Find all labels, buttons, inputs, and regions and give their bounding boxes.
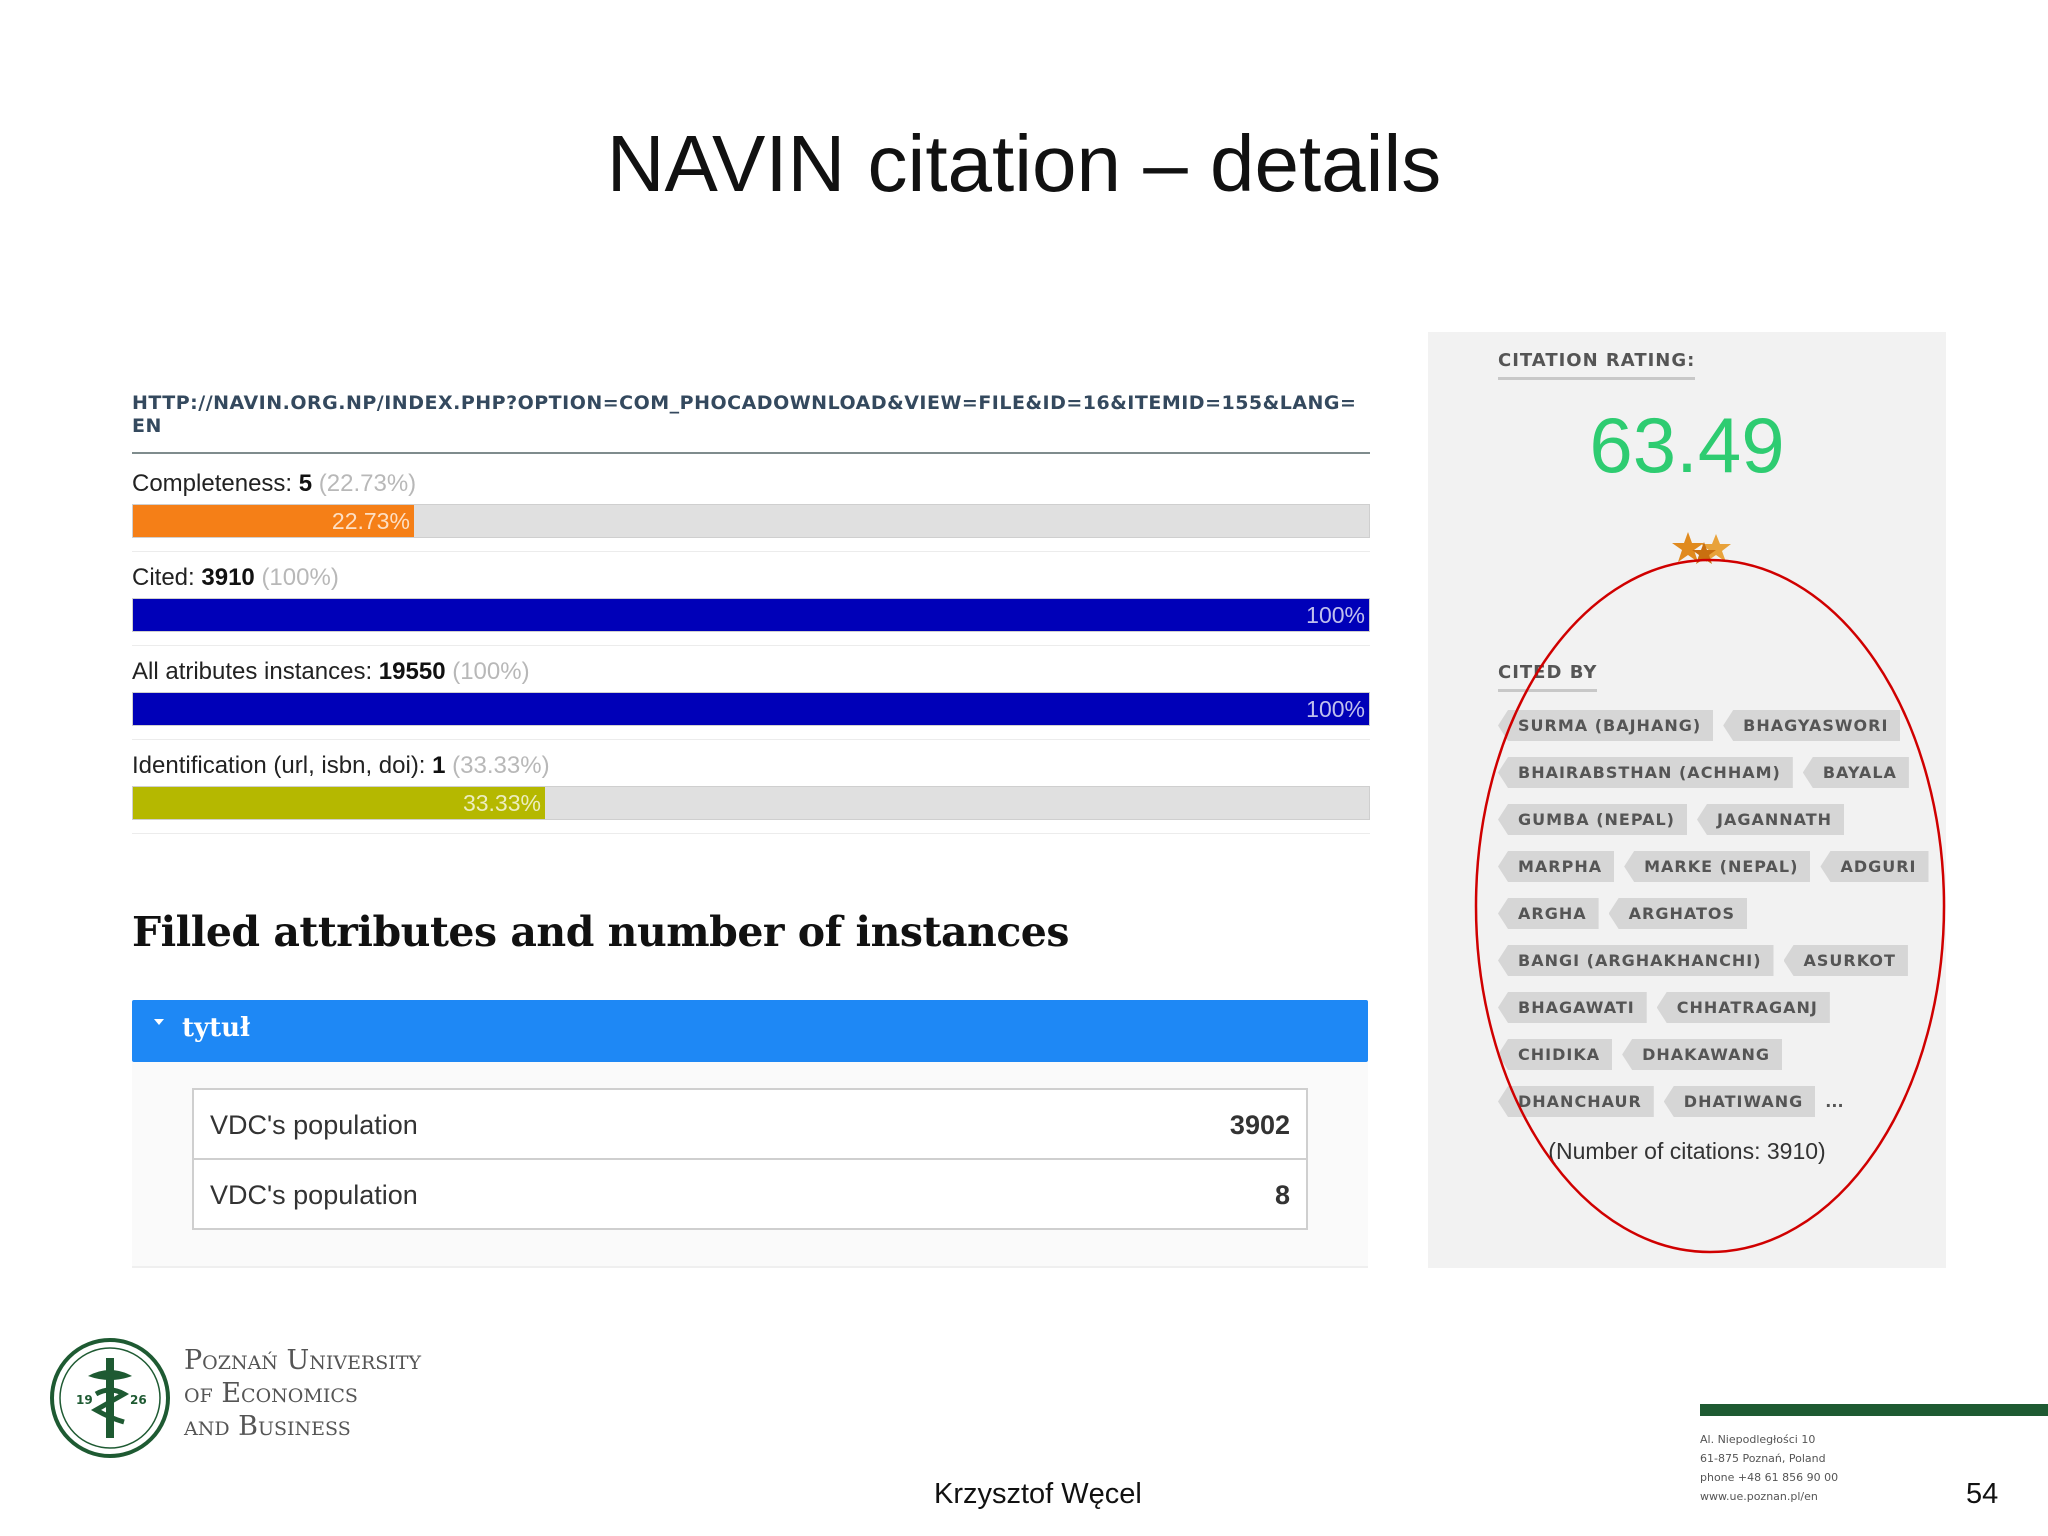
- university-name-line: and Business: [184, 1411, 351, 1442]
- attribute-count: 8: [1274, 1180, 1290, 1210]
- divider: [132, 833, 1370, 834]
- metric-cited: Cited: 3910 (100%) 100%: [132, 564, 1370, 654]
- progress-track: 22.73%: [132, 504, 1370, 538]
- attribute-count: 3902: [1229, 1110, 1290, 1140]
- university-name: Poznań University of Economics and Busin…: [184, 1344, 421, 1443]
- metric-attribute-instances: All atributes instances: 19550 (100%) 10…: [132, 658, 1370, 748]
- metric-completeness: Completeness: 5 (22.73%) 22.73%: [132, 470, 1370, 560]
- progress-text: 100%: [1306, 602, 1365, 628]
- progress-fill: 100%: [133, 693, 1369, 725]
- progress-track: 100%: [132, 598, 1370, 632]
- university-name-line: of Economics: [184, 1378, 358, 1409]
- accordion-header-tytul[interactable]: tytuł: [132, 1000, 1368, 1062]
- record-url-link[interactable]: HTTP://NAVIN.ORG.NP/INDEX.PHP?OPTION=COM…: [132, 392, 1357, 438]
- metric-label: Completeness: 5 (22.73%): [132, 470, 417, 497]
- address-line: phone +48 61 856 90 00: [1700, 1471, 1839, 1484]
- metric-label: Identification (url, isbn, doi): 1 (33.3…: [132, 752, 550, 779]
- attribute-name: VDC's population: [210, 1110, 418, 1140]
- annotation-ellipse: [1474, 558, 1946, 1254]
- footer-green-bar: [1700, 1404, 2048, 1416]
- slide-title: NAVIN citation – details: [606, 119, 1442, 208]
- logo-year-left: 19: [76, 1393, 93, 1407]
- progress-fill: 100%: [133, 599, 1369, 631]
- citation-rating-value: 63.49: [1589, 401, 1785, 489]
- progress-fill: 33.33%: [133, 787, 545, 819]
- divider: [132, 739, 1370, 740]
- university-logo: 19 26: [50, 1338, 170, 1458]
- caret-down-icon: [154, 1019, 164, 1025]
- progress-text: 22.73%: [331, 508, 410, 534]
- logo-year-right: 26: [130, 1393, 147, 1407]
- progress-track: 100%: [132, 692, 1370, 726]
- page-number: 54: [1966, 1478, 1999, 1510]
- accordion-title: tytuł: [182, 1013, 251, 1043]
- progress-text: 100%: [1306, 696, 1365, 722]
- record-details-panel: HTTP://NAVIN.ORG.NP/INDEX.PHP?OPTION=COM…: [128, 378, 1370, 1268]
- metric-label: Cited: 3910 (100%): [132, 564, 339, 591]
- progress-fill: 22.73%: [133, 505, 414, 537]
- citation-rating-label: CITATION RATING:: [1498, 350, 1696, 380]
- metric-label: All atributes instances: 19550 (100%): [132, 658, 530, 685]
- progress-track: 33.33%: [132, 786, 1370, 820]
- address-line: 61-875 Poznań, Poland: [1700, 1452, 1826, 1465]
- accordion-body: VDC's population 3902 VDC's population 8: [132, 1062, 1368, 1268]
- table-row: VDC's population 8: [192, 1158, 1308, 1230]
- divider: [132, 551, 1370, 552]
- author-name: Krzysztof Węcel: [934, 1478, 1142, 1510]
- section-heading: Filled attributes and number of instance…: [132, 908, 1069, 956]
- university-name-line: Poznań University: [184, 1345, 422, 1376]
- url-divider: [132, 452, 1370, 454]
- university-address: Al. Niepodległości 10 61-875 Poznań, Pol…: [1700, 1430, 1838, 1506]
- address-line: Al. Niepodległości 10: [1700, 1433, 1816, 1446]
- table-row: VDC's population 3902: [192, 1088, 1308, 1160]
- metric-identification: Identification (url, isbn, doi): 1 (33.3…: [132, 752, 1370, 842]
- attribute-name: VDC's population: [210, 1180, 418, 1210]
- divider: [132, 645, 1370, 646]
- address-line: www.ue.poznan.pl/en: [1700, 1490, 1818, 1503]
- progress-text: 33.33%: [462, 790, 541, 816]
